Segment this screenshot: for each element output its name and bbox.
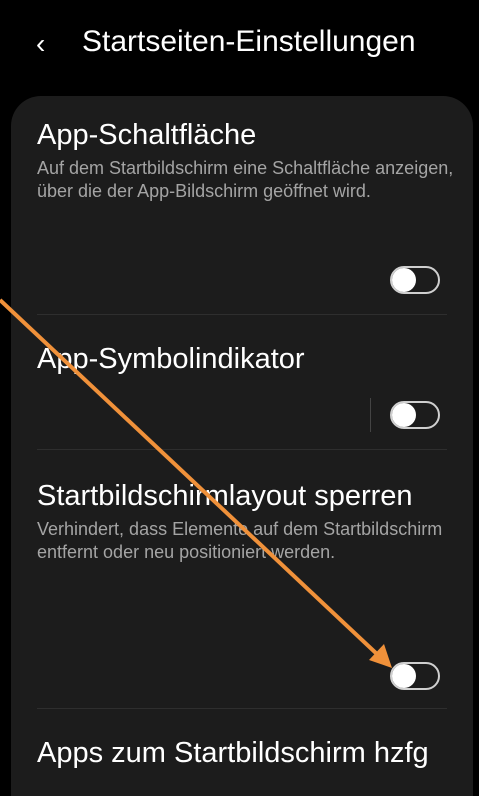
toggle-knob xyxy=(392,403,416,427)
app-button-toggle[interactable] xyxy=(390,266,440,294)
settings-card: App-Schaltfläche Auf dem Startbildschirm… xyxy=(11,96,473,796)
divider xyxy=(37,449,447,450)
app-icon-badge-toggle[interactable] xyxy=(390,401,440,429)
divider xyxy=(37,314,447,315)
setting-app-icon-badge[interactable]: App-Symbolindikator xyxy=(37,343,457,376)
toggle-knob xyxy=(392,664,416,688)
setting-add-apps-to-home[interactable]: Apps zum Startbildschirm hzfg xyxy=(37,737,457,770)
back-icon[interactable]: ‹ xyxy=(36,28,45,60)
toggle-separator xyxy=(370,398,371,432)
toggle-knob xyxy=(392,268,416,292)
divider xyxy=(37,708,447,709)
app-header: ‹ Startseiten-Einstellungen xyxy=(0,0,479,82)
setting-description: Verhindert, dass Elemente auf dem Startb… xyxy=(37,519,443,562)
setting-lock-layout[interactable]: Startbildschirmlayout sperren Verhindert… xyxy=(37,480,457,564)
lock-layout-toggle[interactable] xyxy=(390,662,440,690)
setting-title: App-Symbolindikator xyxy=(37,343,305,375)
setting-app-button[interactable]: App-Schaltfläche Auf dem Startbildschirm… xyxy=(37,119,457,203)
page-title: Startseiten-Einstellungen xyxy=(82,25,416,58)
setting-title: Startbildschirmlayout sperren xyxy=(37,480,413,512)
setting-title: Apps zum Startbildschirm hzfg xyxy=(37,737,429,769)
setting-description: Auf dem Startbildschirm eine Schaltfläch… xyxy=(37,158,454,201)
setting-title: App-Schaltfläche xyxy=(37,119,257,151)
